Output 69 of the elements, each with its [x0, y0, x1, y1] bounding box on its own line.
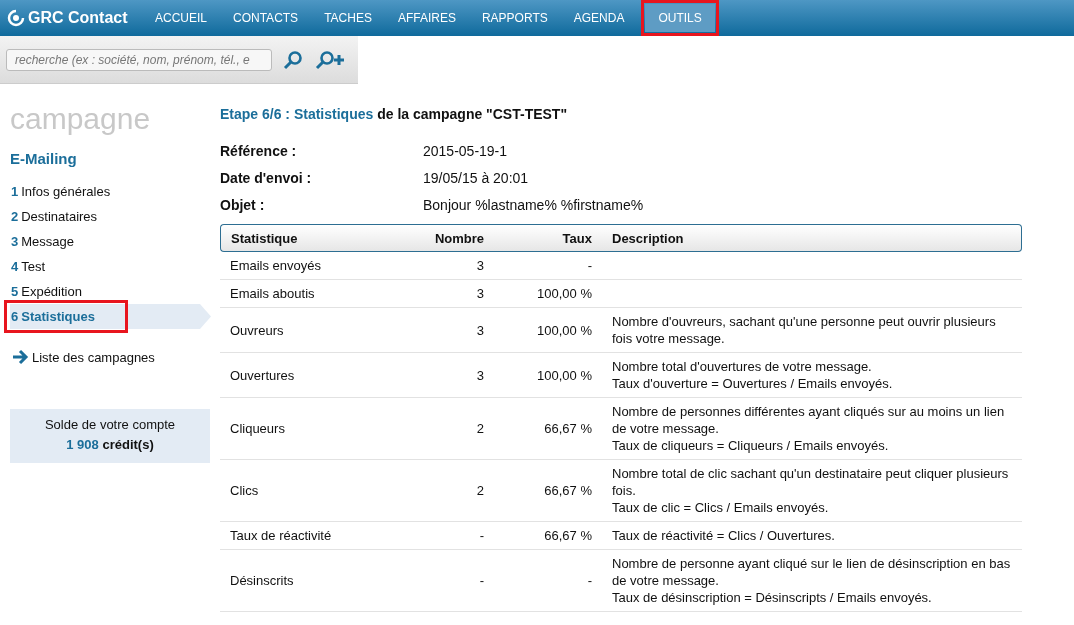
- table-cell: 100,00 %: [494, 353, 602, 398]
- table-cell: Ouvertures: [220, 353, 395, 398]
- search-field[interactable]: recherche (ex : société, nom, prénom, tél., e: [6, 48, 272, 71]
- description-text: Nombre d'ouvreurs, sachant qu'une personne peut ouvrir plusieurs fois votre message.: [612, 313, 997, 347]
- nav-tab[interactable]: ACCUEIL: [142, 0, 220, 36]
- description-text: Taux de clic = Clics / Emails envoyés.: [612, 499, 830, 516]
- nav-tab[interactable]: RAPPORTS: [468, 0, 561, 36]
- table-cell: 2: [394, 398, 495, 460]
- table-cell: Emails envoyés: [220, 252, 395, 280]
- step-item[interactable]: 4 Test: [10, 254, 201, 279]
- table-cell: -: [394, 522, 495, 550]
- arrow-icon: [12, 349, 30, 365]
- search-icon[interactable]: [282, 48, 304, 71]
- step-item[interactable]: 2 Destinataires: [10, 204, 201, 229]
- column-header: Taux: [494, 224, 602, 252]
- table-cell: Taux de réactivité: [220, 522, 395, 550]
- field-label: Référence :: [220, 142, 298, 159]
- field-value: Bonjour %lastname% %firstname%: [423, 196, 644, 213]
- step-item[interactable]: 6 Statistiques: [10, 304, 211, 329]
- description-text: Taux de réactivité = Clics / Ouvertures.: [612, 527, 836, 544]
- table-cell: -: [494, 550, 602, 612]
- table-cell: 66,67 %: [494, 460, 602, 522]
- table-cell: Clics: [220, 460, 395, 522]
- description-text: Nombre total de clic sachant qu'un destinataire peut cliquer plusieurs fois.: [612, 465, 1010, 499]
- page-title: Etape 6/6 : Statistiques de la campagne "CST-TEST": [220, 106, 569, 122]
- app-logo: GRC Contact: [28, 9, 128, 27]
- step-item[interactable]: 3 Message: [10, 229, 201, 254]
- table-cell: -: [394, 550, 495, 612]
- table-cell: 66,67 %: [494, 522, 602, 550]
- table-cell: 3: [394, 308, 495, 353]
- balance-label: Solde de votre compte: [43, 416, 177, 434]
- column-header: Nombre: [394, 224, 495, 252]
- description-text: Taux de désinscription = Désinscripts / Emails envoyés.: [612, 589, 933, 606]
- table-cell: 3: [394, 252, 495, 280]
- table-cell: Emails aboutis: [220, 280, 395, 308]
- column-header: Description: [602, 224, 1022, 252]
- field-label: Date d'envoi :: [220, 169, 313, 186]
- table-cell: 2: [394, 460, 495, 522]
- table-cell: Ouvreurs: [220, 308, 395, 353]
- description-text: Nombre total d'ouvertures de votre message.: [612, 358, 873, 375]
- description-text: Taux de cliqueurs = Cliqueurs / Emails envoyés.: [612, 437, 890, 454]
- nav-tab[interactable]: OUTILS: [645, 4, 715, 32]
- description-text: Nombre de personnes différentes ayant cliqués sur au moins un lien de votre message.: [612, 403, 1006, 437]
- table-cell: 100,00 %: [494, 280, 602, 308]
- nav-tab[interactable]: AGENDA: [560, 0, 638, 36]
- step-item[interactable]: 1 Infos générales: [10, 179, 201, 204]
- step-item[interactable]: 5 Expédition: [10, 279, 201, 304]
- section-subtitle: E-Mailing: [10, 150, 78, 167]
- balance-amount: 1 908: [66, 437, 99, 452]
- table-cell: Cliqueurs: [220, 398, 395, 460]
- column-header: Statistique: [220, 224, 395, 252]
- table-cell: 3: [394, 280, 495, 308]
- table-cell: -: [494, 252, 602, 280]
- campaign-list-link[interactable]: Liste des campagnes: [32, 349, 155, 365]
- nav-tab[interactable]: AFFAIRES: [384, 0, 469, 36]
- field-value: 19/05/15 à 20:01: [423, 169, 529, 186]
- table-cell: 3: [394, 353, 495, 398]
- search-add-icon[interactable]: [314, 48, 346, 71]
- field-value: 2015-05-19-1: [423, 142, 508, 159]
- logo-icon: [7, 9, 25, 27]
- description-text: Nombre de personne ayant cliqué sur le lien de désinscription en bas de votre message.: [612, 555, 1012, 589]
- nav-tab[interactable]: TACHES: [311, 0, 385, 36]
- table-cell: 100,00 %: [494, 308, 602, 353]
- table-cell: 66,67 %: [494, 398, 602, 460]
- balance-unit: crédit(s): [102, 437, 154, 452]
- nav-tab[interactable]: CONTACTS: [220, 0, 312, 36]
- table-cell: Désinscrits: [220, 550, 395, 612]
- description-text: Taux d'ouverture = Ouvertures / Emails envoyés.: [612, 375, 894, 392]
- field-label: Objet :: [220, 196, 266, 213]
